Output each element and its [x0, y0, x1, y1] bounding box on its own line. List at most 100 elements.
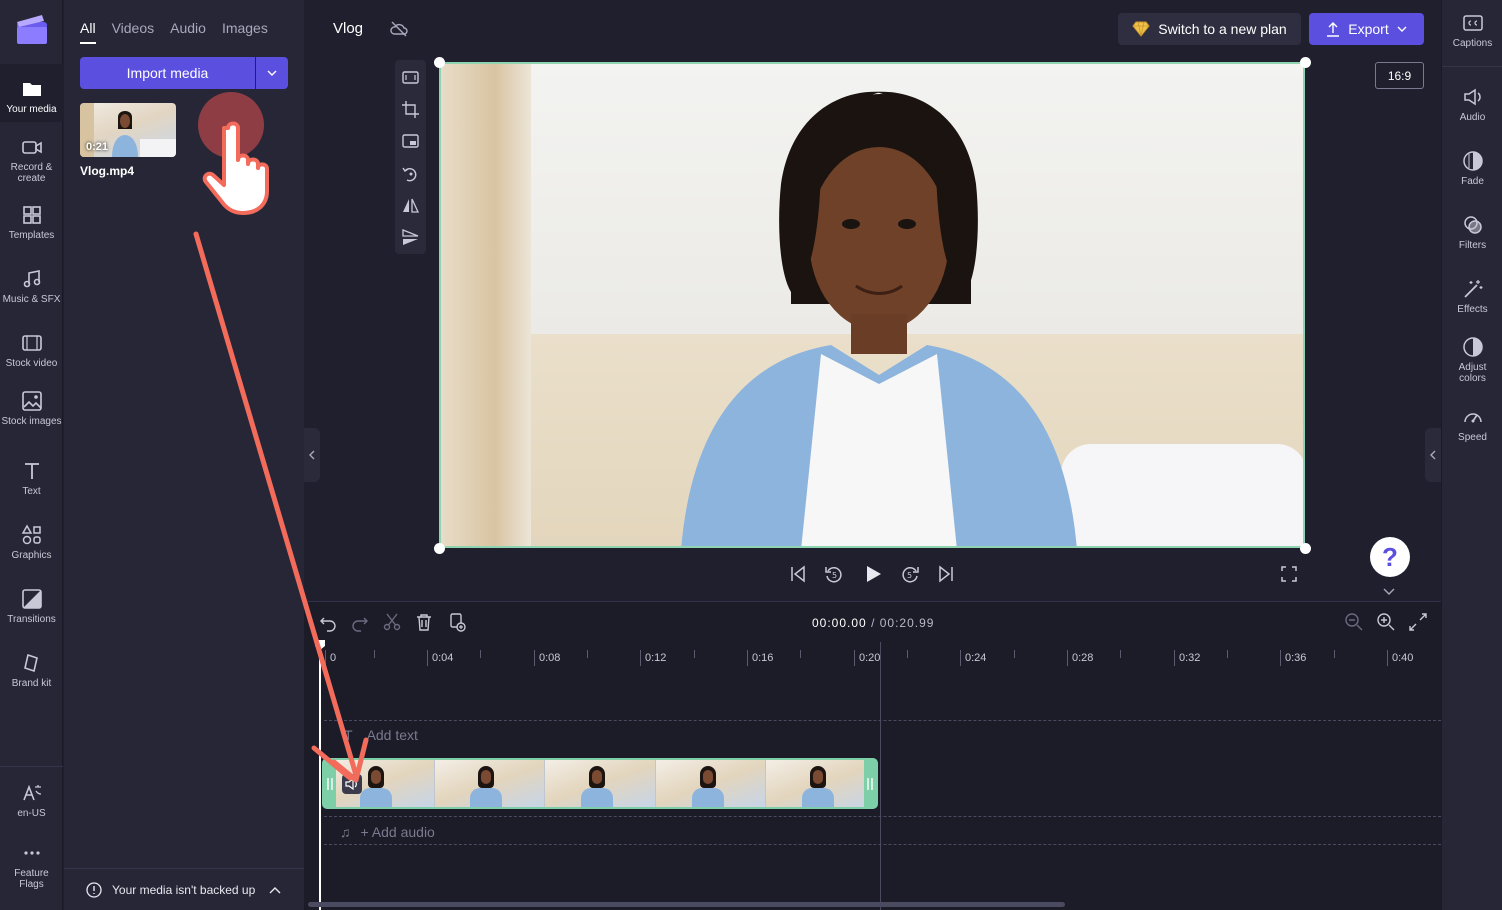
filters-icon	[1463, 216, 1482, 234]
tick-label: 0:08	[534, 650, 560, 666]
skip-to-end-icon[interactable]	[935, 563, 957, 585]
rail-item-effects[interactable]: Effects	[1442, 278, 1502, 315]
play-icon[interactable]	[862, 563, 884, 585]
rail-item-audio[interactable]: Audio	[1442, 86, 1502, 123]
timeline-scrollbar[interactable]	[308, 902, 1065, 907]
switch-plan-button[interactable]: Switch to a new plan	[1118, 13, 1301, 45]
scissors-icon[interactable]	[382, 612, 402, 632]
minor-tick	[374, 650, 375, 658]
collapse-right-panel-button[interactable]	[1425, 428, 1441, 482]
rail-label: Feature Flags	[14, 868, 49, 890]
rail-divider	[1442, 66, 1502, 67]
aspect-ratio-button[interactable]: 16:9	[1375, 62, 1424, 89]
audio-track-border	[324, 844, 1441, 845]
undo-icon[interactable]	[318, 612, 338, 632]
tick-label: 0:40	[1387, 650, 1413, 666]
rail-item-music-sfx[interactable]: Music & SFX	[0, 268, 63, 305]
backup-notice-text: Your media isn't backed up	[112, 882, 256, 897]
import-options-button[interactable]	[256, 57, 288, 89]
fit-timeline-icon[interactable]	[1408, 612, 1428, 632]
rail-item-text[interactable]: Text	[0, 460, 63, 497]
video-clip[interactable]	[322, 758, 878, 809]
chevron-down-icon	[1397, 26, 1407, 32]
delete-icon[interactable]	[414, 612, 434, 632]
preview-tool-strip	[395, 60, 426, 254]
export-label: Export	[1348, 21, 1389, 37]
text-track[interactable]	[324, 720, 1441, 721]
backup-notice[interactable]: Your media isn't backed up	[64, 868, 304, 910]
clip-audio-button[interactable]	[342, 774, 362, 794]
clip-frame	[655, 760, 767, 807]
rail-item-feature-flags[interactable]: Feature Flags	[0, 842, 63, 890]
tick-label: 0:04	[427, 650, 453, 666]
add-audio-button[interactable]: ♫ + Add audio	[340, 824, 435, 840]
add-text-button[interactable]: T Add text	[344, 727, 418, 743]
flip-horizontal-icon[interactable]	[401, 196, 420, 215]
resize-handle-bottom-right[interactable]	[1300, 543, 1311, 554]
rail-item-speed[interactable]: Speed	[1442, 406, 1502, 443]
rail-label: Effects	[1457, 304, 1488, 315]
clip-frame	[324, 760, 435, 807]
timeline: 00:00.00 / 00:20.99 0 0:04 0:08 0:12 0:1…	[304, 601, 1441, 910]
tab-images[interactable]: Images	[222, 20, 268, 44]
chevron-down-icon[interactable]	[1383, 588, 1395, 596]
tick-label: 0:12	[640, 650, 666, 666]
clip-trim-handle-right[interactable]	[864, 760, 876, 807]
rail-item-captions[interactable]: Captions	[1442, 12, 1502, 49]
current-time: 00:00.00	[812, 616, 867, 630]
playhead[interactable]	[315, 640, 325, 910]
video-preview[interactable]	[439, 62, 1305, 548]
rotate-icon[interactable]	[401, 164, 420, 183]
chevron-up-icon	[269, 886, 281, 893]
rail-item-transitions[interactable]: Transitions	[0, 588, 63, 625]
picture-in-picture-icon[interactable]	[401, 132, 420, 151]
rail-item-filters[interactable]: Filters	[1442, 214, 1502, 251]
rail-item-your-media[interactable]: Your media	[0, 64, 63, 122]
fullscreen-icon[interactable]	[1278, 563, 1300, 585]
rail-item-adjust-colors[interactable]: Adjust colors	[1442, 336, 1502, 384]
project-title[interactable]: Vlog	[333, 20, 363, 37]
forward-5-icon[interactable]: 5	[899, 563, 921, 585]
rail-item-templates[interactable]: Templates	[0, 204, 63, 241]
question-mark-icon: ?	[1382, 541, 1398, 572]
media-thumbnail[interactable]: 0:21	[80, 103, 176, 157]
clip-trim-handle-left[interactable]	[324, 760, 336, 807]
speaker-icon	[345, 778, 357, 790]
templates-icon	[22, 206, 41, 224]
resize-handle-bottom-left[interactable]	[434, 543, 445, 554]
export-button[interactable]: Export	[1309, 13, 1424, 45]
zoom-out-icon[interactable]	[1344, 612, 1364, 632]
flip-vertical-icon[interactable]	[401, 228, 420, 247]
collapse-left-panel-button[interactable]	[304, 428, 320, 482]
tab-all[interactable]: All	[80, 20, 96, 44]
speaker-icon	[1463, 88, 1481, 106]
rail-label: Templates	[8, 230, 55, 241]
rail-label: Record & create	[10, 162, 53, 184]
rail-item-fade[interactable]: Fade	[1442, 150, 1502, 187]
rail-item-stock-images[interactable]: Stock images	[0, 390, 63, 427]
tick-label: 0:16	[747, 650, 773, 666]
redo-icon[interactable]	[350, 612, 370, 632]
right-properties-rail: Captions Audio Fade Filters Effects Adju…	[1441, 0, 1502, 910]
fit-icon[interactable]	[401, 68, 420, 87]
tick-label: 0:28	[1067, 650, 1093, 666]
import-media-button[interactable]: Import media	[80, 57, 255, 89]
crop-icon[interactable]	[401, 100, 420, 119]
resize-handle-top-right[interactable]	[1300, 57, 1311, 68]
rail-item-graphics[interactable]: Graphics	[0, 524, 63, 561]
skip-to-start-icon[interactable]	[787, 563, 809, 585]
rail-item-record-create[interactable]: Record & create	[0, 136, 63, 184]
tab-videos[interactable]: Videos	[112, 20, 155, 44]
rail-item-language[interactable]: en-US	[0, 782, 63, 819]
help-button[interactable]: ?	[1370, 537, 1410, 577]
rail-item-brand-kit[interactable]: Brand kit	[0, 652, 63, 689]
resize-handle-top-left[interactable]	[434, 57, 445, 68]
app-logo-icon	[17, 15, 47, 44]
timecode: 00:00.00 / 00:20.99	[812, 616, 934, 630]
zoom-in-icon[interactable]	[1376, 612, 1396, 632]
duplicate-icon[interactable]	[447, 612, 467, 632]
chevron-left-icon	[309, 450, 315, 460]
tab-audio[interactable]: Audio	[170, 20, 206, 44]
rewind-5-icon[interactable]: 5	[823, 563, 845, 585]
rail-item-stock-video[interactable]: Stock video	[0, 332, 63, 369]
